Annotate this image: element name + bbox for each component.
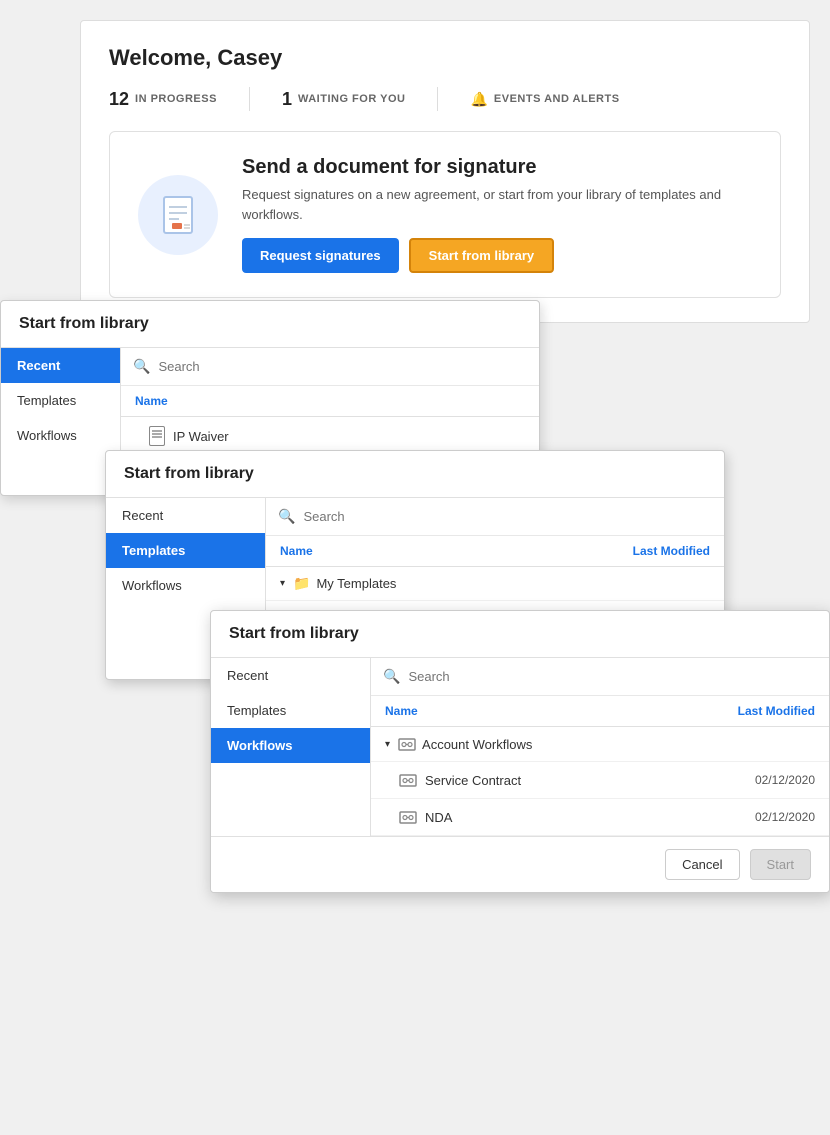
templates-folder-row[interactable]: ▾ 📁 My Templates [266, 567, 724, 601]
sidebar-item-templates-3[interactable]: Templates [211, 693, 370, 728]
stat-in-progress: 12 IN PROGRESS [109, 89, 217, 110]
templates-search-input[interactable] [303, 509, 712, 524]
workflows-table-header: Name Last Modified [371, 696, 829, 727]
workflows-col-modified: Last Modified [738, 704, 815, 718]
workflows-date-2: 02/12/2020 [755, 810, 815, 824]
doc-name-1: IP Waiver [173, 429, 229, 444]
workflows-search-row: 🔍 [371, 658, 829, 696]
search-icon-3: 🔍 [383, 668, 400, 685]
workflows-item-label-1: Service Contract [425, 773, 521, 788]
panel-workflows-footer: Cancel Start [211, 836, 829, 892]
send-doc-content: Send a document for signature Request si… [242, 156, 752, 273]
dashboard: Welcome, Casey 12 IN PROGRESS 1 WAITING … [80, 20, 810, 323]
workflows-doc-name-2: NDA [399, 808, 452, 826]
recent-search-row: 🔍 [121, 348, 539, 386]
start-button[interactable]: Start [750, 849, 811, 880]
document-svg [154, 191, 202, 239]
search-icon-2: 🔍 [278, 508, 295, 525]
chevron-icon: ▾ [280, 578, 285, 589]
send-doc-title: Send a document for signature [242, 156, 752, 179]
stat-waiting: 1 WAITING FOR YOU [282, 89, 406, 110]
stat-alerts: 🔔 EVENTS AND ALERTS [470, 91, 619, 108]
workflows-item-label-2: NDA [425, 810, 452, 825]
stats-bar: 12 IN PROGRESS 1 WAITING FOR YOU 🔔 EVENT… [109, 87, 781, 111]
panel-workflows: Start from library Recent Templates Work… [210, 610, 830, 893]
templates-col-modified: Last Modified [633, 544, 710, 558]
workflows-col-name: Name [385, 704, 418, 718]
sidebar-item-recent-2[interactable]: Recent [106, 498, 265, 533]
panel-templates-title: Start from library [106, 451, 724, 498]
workflows-item-2[interactable]: NDA 02/12/2020 [371, 799, 829, 836]
doc-illustration [138, 175, 218, 255]
sidebar-item-recent[interactable]: Recent [1, 348, 120, 383]
workflows-folder-row[interactable]: ▾ Account Workflows [371, 727, 829, 762]
sidebar-item-workflows-3[interactable]: Workflows [211, 728, 370, 763]
stat-waiting-label: WAITING FOR YOU [298, 93, 406, 105]
cancel-button[interactable]: Cancel [665, 849, 739, 880]
panel-workflows-title: Start from library [211, 611, 829, 658]
sidebar-item-templates-2[interactable]: Templates [106, 533, 265, 568]
recent-table-header: Name [121, 386, 539, 417]
panel-workflows-body: Recent Templates Workflows 🔍 Name Last M… [211, 658, 829, 836]
request-signatures-button[interactable]: Request signatures [242, 238, 399, 273]
search-icon: 🔍 [133, 358, 150, 375]
stat-waiting-number: 1 [282, 89, 292, 110]
stat-inprogress-number: 12 [109, 89, 129, 110]
recent-col-name: Name [135, 394, 168, 408]
folder-icon: 📁 [293, 575, 310, 592]
workflows-folder-name: Account Workflows [422, 737, 532, 752]
workflows-item-1[interactable]: Service Contract 02/12/2020 [371, 762, 829, 799]
workflow-icon-1 [399, 771, 417, 789]
stat-inprogress-label: IN PROGRESS [135, 93, 217, 105]
workflow-icon-2 [399, 808, 417, 826]
templates-table-header: Name Last Modified [266, 536, 724, 567]
cursor-icon: ☞ [473, 272, 489, 293]
send-doc-card: Send a document for signature Request si… [109, 131, 781, 298]
workflow-folder-icon [398, 735, 416, 753]
templates-search-row: 🔍 [266, 498, 724, 536]
stat-alerts-label: EVENTS AND ALERTS [494, 93, 620, 105]
panel-recent-title: Start from library [1, 301, 539, 348]
panel-workflows-content: 🔍 Name Last Modified ▾ Account Workflows [371, 658, 829, 836]
stat-divider-1 [249, 87, 250, 111]
sidebar-item-workflows[interactable]: Workflows [1, 418, 120, 453]
chevron-icon-2: ▾ [385, 739, 390, 750]
start-from-library-button[interactable]: Start from library ☞ [409, 238, 554, 273]
panel-recent-sidebar: Recent Templates Workflows [1, 348, 121, 495]
send-doc-buttons: Request signatures Start from library ☞ [242, 238, 752, 273]
bell-icon: 🔔 [470, 91, 487, 108]
sidebar-item-workflows-2[interactable]: Workflows [106, 568, 265, 603]
workflows-search-input[interactable] [408, 669, 817, 684]
stat-divider-2 [437, 87, 438, 111]
doc-icon-1 [149, 426, 165, 446]
panel-workflows-sidebar: Recent Templates Workflows [211, 658, 371, 836]
welcome-title: Welcome, Casey [109, 45, 781, 71]
doc-row-name-1: IP Waiver [149, 426, 229, 446]
templates-col-name: Name [280, 544, 313, 558]
sidebar-item-recent-3[interactable]: Recent [211, 658, 370, 693]
sidebar-item-templates[interactable]: Templates [1, 383, 120, 418]
recent-search-input[interactable] [158, 359, 527, 374]
folder-name: My Templates [316, 576, 396, 591]
workflows-date-1: 02/12/2020 [755, 773, 815, 787]
send-doc-desc: Request signatures on a new agreement, o… [242, 185, 752, 224]
workflows-doc-name-1: Service Contract [399, 771, 521, 789]
